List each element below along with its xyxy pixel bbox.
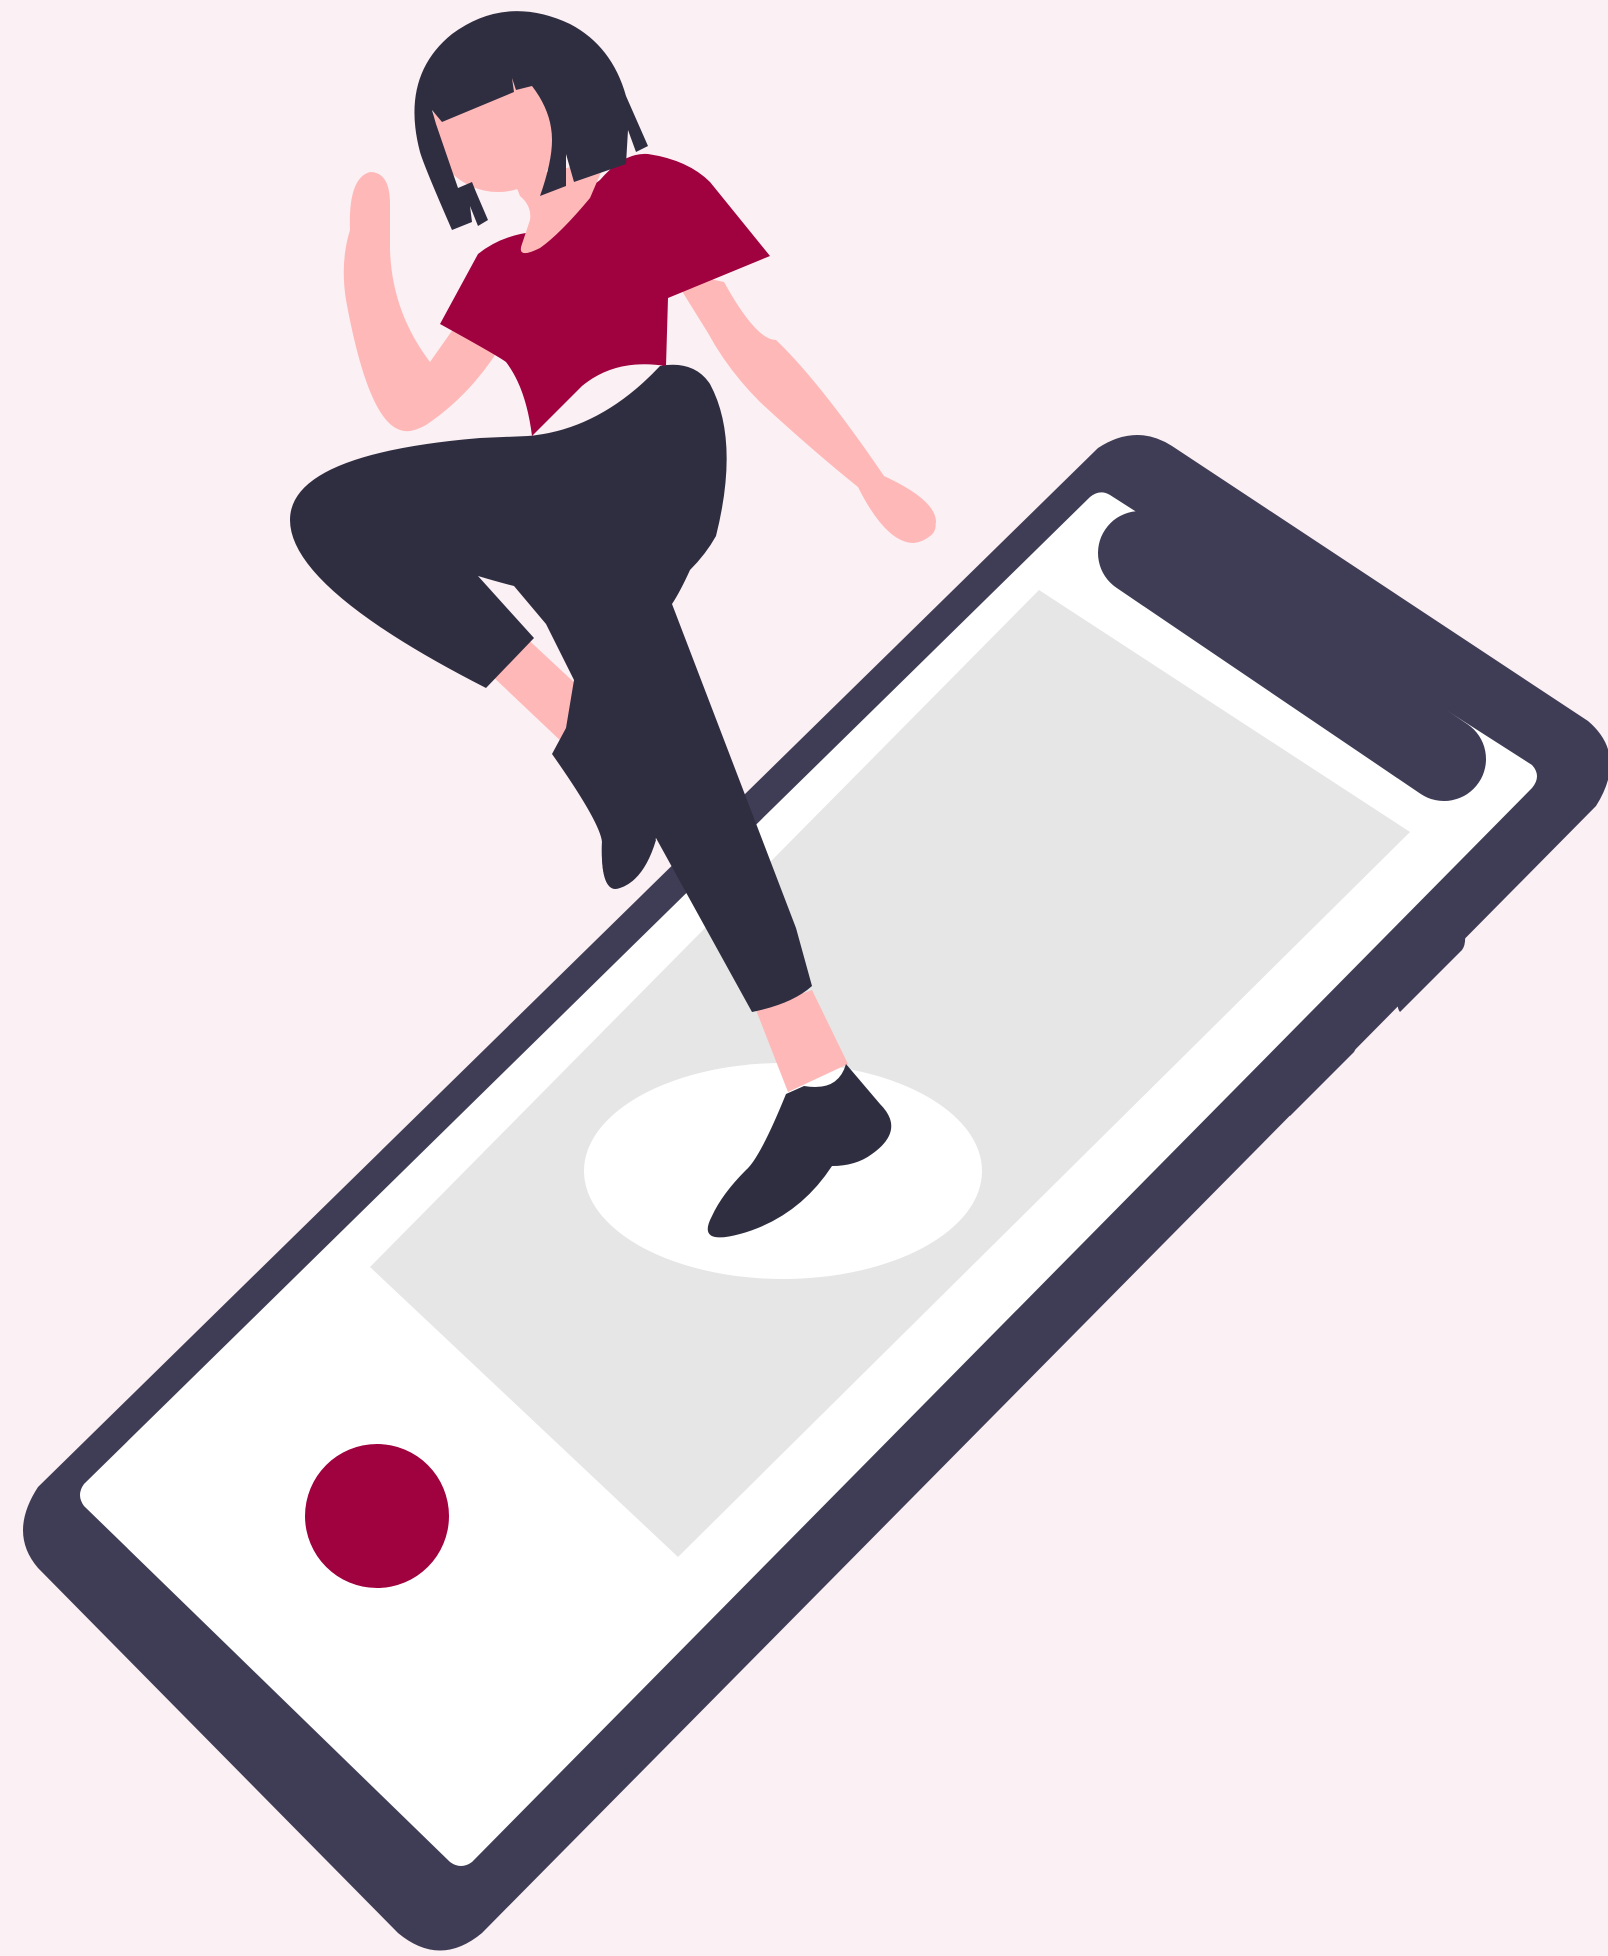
woman-stepping-on-phone-illustration bbox=[23, 11, 1608, 1951]
record-button[interactable] bbox=[305, 1444, 449, 1588]
illustration-stage bbox=[0, 0, 1608, 1956]
